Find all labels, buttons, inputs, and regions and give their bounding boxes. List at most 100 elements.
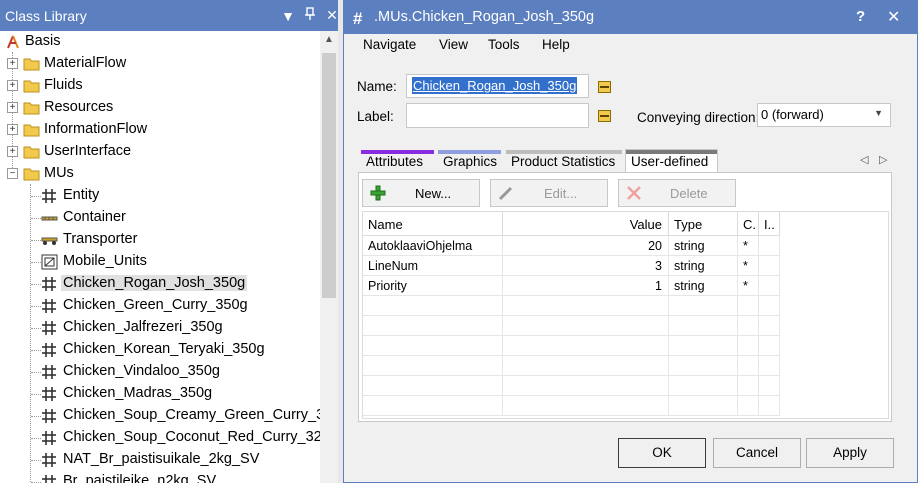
tree-item[interactable]: Chicken_Rogan_Josh_350g — [0, 273, 320, 295]
menu-help[interactable]: Help — [542, 37, 570, 52]
cell-i — [759, 376, 780, 396]
new-attribute-button[interactable]: New... — [362, 179, 480, 207]
tree-item-label: Container — [63, 209, 126, 225]
collapse-icon[interactable]: − — [7, 168, 18, 179]
tree-connector — [31, 438, 41, 439]
tree-item[interactable]: Entity — [0, 185, 320, 207]
tree-item[interactable]: Chicken_Soup_Creamy_Green_Curry_320 — [0, 405, 320, 427]
tree-item[interactable]: + UserInterface — [0, 141, 320, 163]
tree-item[interactable]: + Resources — [0, 97, 320, 119]
column-header-type[interactable]: Type — [669, 212, 738, 236]
tab-color-bar — [506, 150, 622, 154]
column-header-value[interactable]: Value — [503, 212, 669, 236]
tree-connector — [31, 460, 41, 461]
new-label: New... — [415, 186, 452, 201]
tree-connector — [31, 416, 41, 417]
column-header-i[interactable]: I.. — [759, 212, 780, 236]
tree-item[interactable]: Chicken_Green_Curry_350g — [0, 295, 320, 317]
tab-attributes[interactable]: Attributes — [361, 150, 434, 172]
column-header-name[interactable]: Name — [363, 212, 503, 236]
tree-item-label: Chicken_Soup_Coconut_Red_Curry_320 — [63, 429, 320, 445]
scroll-up-icon[interactable]: ▲ — [320, 31, 338, 49]
delete-attribute-button[interactable]: Delete — [618, 179, 736, 207]
table-row[interactable] — [363, 396, 890, 416]
tree-item[interactable]: + MaterialFlow — [0, 53, 320, 75]
tab-product-statistics[interactable]: Product Statistics — [506, 150, 622, 172]
name-value: Chicken_Rogan_Josh_350g — [412, 77, 578, 94]
tab-scroll-left-icon[interactable]: ◁ — [860, 153, 868, 166]
expand-icon[interactable]: + — [7, 146, 18, 157]
tree-item[interactable]: Chicken_Vindaloo_350g — [0, 361, 320, 383]
delete-label: Delete — [670, 186, 708, 201]
cell-type: string — [669, 236, 738, 256]
cell-i — [759, 336, 780, 356]
cancel-button[interactable]: Cancel — [713, 438, 801, 468]
tree-item[interactable]: Br_paistileike_n2kg_SV — [0, 471, 320, 483]
object-dialog: # .MUs.Chicken_Rogan_Josh_350g ? ✕ Navig… — [343, 0, 918, 483]
scrollbar-thumb[interactable] — [322, 53, 336, 298]
name-field[interactable]: Chicken_Rogan_Josh_350g — [406, 74, 589, 98]
tree-item[interactable]: Container — [0, 207, 320, 229]
table-row[interactable] — [363, 336, 890, 356]
help-button[interactable]: ? — [856, 8, 865, 25]
apply-button[interactable]: Apply — [806, 438, 894, 468]
tab-scroll-right-icon[interactable]: ▷ — [879, 153, 887, 166]
tree-item[interactable]: Chicken_Madras_350g — [0, 383, 320, 405]
label-inheritance-icon[interactable] — [598, 110, 611, 122]
cell-value: 3 — [503, 256, 669, 276]
name-inheritance-icon[interactable] — [598, 81, 611, 93]
pin-icon[interactable] — [299, 7, 321, 24]
close-dialog-button[interactable]: ✕ — [887, 7, 900, 27]
cell-value — [503, 356, 669, 376]
cell-value — [503, 396, 669, 416]
cell-type: string — [669, 256, 738, 276]
ok-button[interactable]: OK — [618, 438, 706, 468]
tab-graphics[interactable]: Graphics — [438, 150, 501, 172]
tree-item[interactable]: + Fluids — [0, 75, 320, 97]
cell-type — [669, 316, 738, 336]
tree-item[interactable]: Chicken_Korean_Teryaki_350g — [0, 339, 320, 361]
folder-icon — [23, 100, 40, 116]
tree-item[interactable]: Transporter — [0, 229, 320, 251]
cell-name — [363, 376, 503, 396]
tab-label: Graphics — [443, 154, 498, 169]
tree-item-label: Chicken_Madras_350g — [63, 385, 213, 401]
tree-item-label: Br_paistileike_n2kg_SV — [63, 473, 217, 483]
menu-navigate[interactable]: Navigate — [363, 37, 416, 52]
folder-icon — [23, 144, 40, 160]
panel-menu-dropdown-icon[interactable]: ▼ — [277, 8, 299, 24]
tab-color-bar — [361, 150, 434, 154]
table-row[interactable] — [363, 316, 890, 336]
column-header-c[interactable]: C. — [738, 212, 759, 236]
tree-item[interactable]: + InformationFlow — [0, 119, 320, 141]
expand-icon[interactable]: + — [7, 102, 18, 113]
table-row[interactable]: LineNum 3 string * — [363, 256, 890, 276]
expand-icon[interactable]: + — [7, 58, 18, 69]
tree-connector — [31, 196, 41, 197]
tab-label: Attributes — [366, 154, 424, 169]
tree-item[interactable]: Chicken_Jalfrezeri_350g — [0, 317, 320, 339]
tree-item[interactable]: NAT_Br_paistisuikale_2kg_SV — [0, 449, 320, 471]
expand-icon[interactable]: + — [7, 124, 18, 135]
tab-user-defined[interactable]: User-defined — [625, 149, 718, 173]
conveying-direction-select[interactable]: 0 (forward) ▼ — [757, 103, 891, 127]
table-row[interactable]: AutoklaaviOhjelma 20 string * — [363, 236, 890, 256]
tree-item[interactable]: Chicken_Soup_Coconut_Red_Curry_320 — [0, 427, 320, 449]
folder-icon — [23, 56, 40, 72]
tree-item[interactable]: − MUs — [0, 163, 320, 185]
menu-tools[interactable]: Tools — [488, 37, 520, 52]
table-row[interactable] — [363, 296, 890, 316]
tree-scrollbar[interactable]: ▲ — [320, 31, 338, 483]
table-row[interactable] — [363, 376, 890, 396]
expand-icon[interactable]: + — [7, 80, 18, 91]
label-field[interactable] — [406, 103, 589, 128]
edit-attribute-button[interactable]: Edit... — [490, 179, 608, 207]
tree-item[interactable]: Basis — [0, 31, 320, 53]
table-row[interactable] — [363, 356, 890, 376]
menu-view[interactable]: View — [439, 37, 468, 52]
cell-c: * — [738, 276, 759, 296]
tree-item[interactable]: Mobile_Units — [0, 251, 320, 273]
tree-item-label: NAT_Br_paistisuikale_2kg_SV — [63, 451, 260, 467]
class-library-title: Class Library — [5, 7, 87, 24]
table-row[interactable]: Priority 1 string * — [363, 276, 890, 296]
